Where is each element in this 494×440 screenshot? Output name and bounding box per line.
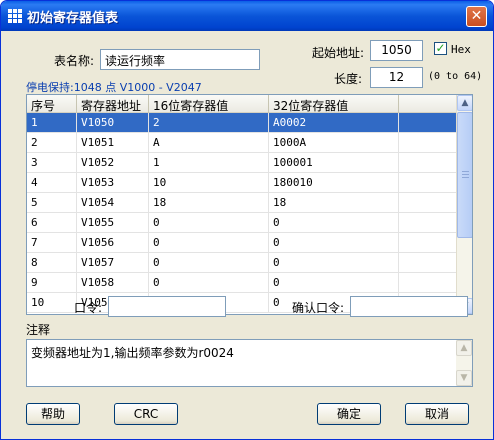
confirm-password-input[interactable]: [350, 296, 468, 317]
checkmark-icon: ✓: [435, 41, 446, 55]
table-cell[interactable]: 2: [149, 113, 269, 133]
cancel-button[interactable]: 取消: [405, 403, 469, 425]
register-table-body: 序号 寄存器地址 16位寄存器值 32位寄存器值 1 V1050 2 A0002 2 V1051…: [27, 95, 457, 314]
table-cell[interactable]: 1000A: [269, 133, 399, 153]
confirm-password-label: 确认口令:: [292, 301, 345, 315]
table-cell[interactable]: V1056: [77, 233, 149, 253]
table-cell[interactable]: V1057: [77, 253, 149, 273]
title-bar[interactable]: 初始寄存器值表 ✕: [1, 1, 493, 31]
table-row[interactable]: 2 V1051 A 1000A: [27, 133, 457, 153]
power-hold-info: 停电保持:1048 点 V1000 - V2047: [26, 81, 202, 94]
table-cell[interactable]: 0: [269, 273, 399, 293]
dialog-window: 初始寄存器值表 ✕ 表名称: 读运行频率 起始地址: 1050 ✓ Hex 长度…: [0, 0, 494, 440]
table-row[interactable]: 4 V1053 10 180010: [27, 173, 457, 193]
table-cell[interactable]: 1: [27, 113, 77, 133]
chevron-up-icon[interactable]: ▲: [456, 340, 472, 356]
table-cell[interactable]: 0: [269, 213, 399, 233]
table-cell[interactable]: 6: [27, 213, 77, 233]
table-row[interactable]: 6 V1055 0 0: [27, 213, 457, 233]
notes-label: 注释: [26, 323, 51, 337]
chevron-down-icon[interactable]: ▼: [456, 370, 472, 386]
chevron-up-icon[interactable]: ▲: [457, 95, 472, 111]
table-cell[interactable]: V1058: [77, 273, 149, 293]
notes-scrollbar[interactable]: ▲ ▼: [456, 340, 472, 386]
table-cell[interactable]: V1050: [77, 113, 149, 133]
table-name-label: 表名称:: [54, 54, 95, 68]
table-row[interactable]: 5 V1054 18 18: [27, 193, 457, 213]
table-cell[interactable]: 10: [149, 173, 269, 193]
table-cell[interactable]: 18: [269, 193, 399, 213]
table-cell[interactable]: 3: [27, 153, 77, 173]
table-cell[interactable]: 2: [27, 133, 77, 153]
scrollbar-thumb[interactable]: [457, 112, 472, 238]
close-icon[interactable]: ✕: [466, 6, 487, 27]
table-cell[interactable]: A0002: [269, 113, 399, 133]
table-header: 序号 寄存器地址 16位寄存器值 32位寄存器值: [27, 95, 457, 113]
table-cell[interactable]: V1054: [77, 193, 149, 213]
column-header[interactable]: 序号: [27, 95, 77, 113]
start-address-label: 起始地址:: [312, 46, 365, 60]
table-cell[interactable]: 18: [149, 193, 269, 213]
table-row[interactable]: 1 V1050 2 A0002: [27, 113, 457, 133]
table-row[interactable]: 8 V1057 0 0: [27, 253, 457, 273]
table-scrollbar[interactable]: ▲ ▼: [456, 95, 472, 314]
table-cell[interactable]: 0: [149, 273, 269, 293]
table-cell[interactable]: V1055: [77, 213, 149, 233]
notes-text: 变频器地址为1,输出频率参数为r0024: [31, 346, 234, 360]
table-cell[interactable]: V1051: [77, 133, 149, 153]
table-cell[interactable]: V1053: [77, 173, 149, 193]
length-label: 长度:: [334, 72, 363, 86]
help-button[interactable]: 帮助: [26, 403, 80, 425]
length-range-hint: (0 to 64): [428, 71, 483, 82]
start-address-input[interactable]: 1050: [370, 40, 423, 61]
table-cell[interactable]: 4: [27, 173, 77, 193]
table-cell[interactable]: 0: [149, 233, 269, 253]
column-header[interactable]: 16位寄存器值: [149, 95, 269, 113]
window-title: 初始寄存器值表: [27, 11, 119, 26]
column-header[interactable]: 寄存器地址: [77, 95, 149, 113]
table-cell[interactable]: 9: [27, 273, 77, 293]
hex-checkbox[interactable]: ✓: [434, 42, 447, 55]
dialog-content: 表名称: 读运行频率 起始地址: 1050 ✓ Hex 长度: 12 (0 to…: [4, 31, 490, 436]
crc-button[interactable]: CRC: [114, 403, 178, 425]
table-cell[interactable]: 1: [149, 153, 269, 173]
password-input[interactable]: [108, 296, 226, 317]
table-cell[interactable]: 180010: [269, 173, 399, 193]
table-cell[interactable]: 8: [27, 253, 77, 273]
table-cell[interactable]: 100001: [269, 153, 399, 173]
table-cell[interactable]: 0: [269, 233, 399, 253]
notes-textarea[interactable]: 变频器地址为1,输出频率参数为r0024 ▲ ▼: [26, 339, 473, 387]
table-row[interactable]: 3 V1052 1 100001: [27, 153, 457, 173]
length-input[interactable]: 12: [370, 67, 423, 88]
password-label: 口令:: [74, 301, 103, 315]
table-name-input[interactable]: 读运行频率: [100, 49, 260, 70]
table-cell[interactable]: 10: [27, 293, 77, 313]
table-cell[interactable]: 7: [27, 233, 77, 253]
register-table: 序号 寄存器地址 16位寄存器值 32位寄存器值 1 V1050 2 A0002 2 V1051…: [26, 94, 473, 315]
hex-label: Hex: [451, 43, 471, 56]
table-cell[interactable]: 5: [27, 193, 77, 213]
table-row[interactable]: 7 V1056 0 0: [27, 233, 457, 253]
table-cell[interactable]: A: [149, 133, 269, 153]
table-cell[interactable]: 0: [149, 213, 269, 233]
grid-app-icon: [8, 9, 22, 23]
table-cell[interactable]: 0: [269, 253, 399, 273]
ok-button[interactable]: 确定: [317, 403, 381, 425]
table-cell[interactable]: V1052: [77, 153, 149, 173]
column-header[interactable]: 32位寄存器值: [269, 95, 399, 113]
table-row[interactable]: 9 V1058 0 0: [27, 273, 457, 293]
table-cell[interactable]: 0: [149, 253, 269, 273]
